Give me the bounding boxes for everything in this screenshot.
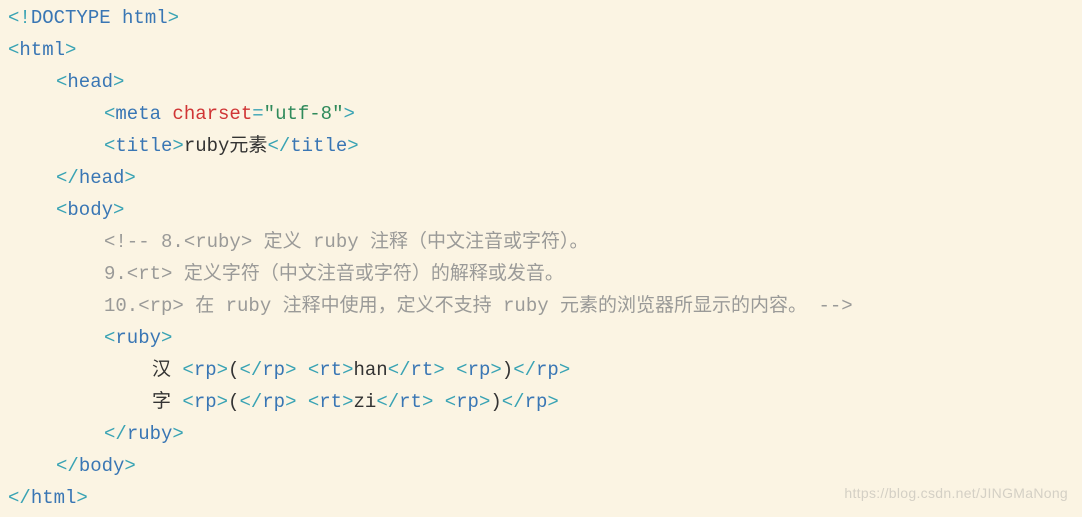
code-line: <meta charset="utf-8">: [8, 98, 1082, 130]
tag-bracket: >: [124, 455, 135, 477]
tag-bracket: >: [124, 167, 135, 189]
tag-bracket: <: [56, 71, 67, 93]
attr-value: utf-8: [275, 103, 332, 125]
tag-bracket: <: [104, 327, 115, 349]
code-line: <html>: [8, 34, 1082, 66]
tag-title: title: [290, 135, 347, 157]
tag-bracket: >: [172, 423, 183, 445]
tag-bracket: >: [161, 327, 172, 349]
tag-body: body: [79, 455, 125, 477]
tag-bracket: </: [267, 135, 290, 157]
tag-html: html: [31, 487, 77, 509]
code-line: <!DOCTYPE html>: [8, 2, 1082, 34]
tag-rp: rp: [194, 391, 217, 413]
attr-charset: charset: [172, 103, 252, 125]
tag-bracket: </: [56, 455, 79, 477]
tag-bracket: >: [65, 39, 76, 61]
tag-head: head: [67, 71, 113, 93]
rt-text: han: [354, 359, 388, 381]
tag-bracket: <!: [8, 7, 31, 29]
tag-rt: rt: [319, 391, 342, 413]
tag-bracket: </: [56, 167, 79, 189]
tag-head: head: [79, 167, 125, 189]
ruby-char: 字: [152, 391, 182, 413]
code-line: </ruby>: [8, 418, 1082, 450]
doctype: DOCTYPE html: [31, 7, 168, 29]
code-line: 汉 <rp>(</rp> <rt>han</rt> <rp>)</rp>: [8, 354, 1082, 386]
title-text: ruby元素: [184, 135, 268, 157]
code-line: <title>ruby元素</title>: [8, 130, 1082, 162]
tag-rt: rt: [319, 359, 342, 381]
comment-line: 9.<rt> 定义字符（中文注音或字符）的解释或发音。: [104, 263, 564, 285]
tag-ruby: ruby: [127, 423, 173, 445]
tag-bracket: >: [347, 135, 358, 157]
comment-close: -->: [818, 295, 852, 317]
tag-bracket: </: [104, 423, 127, 445]
tag-title: title: [115, 135, 172, 157]
watermark: https://blog.csdn.net/JINGMaNong: [844, 477, 1068, 509]
tag-html: html: [19, 39, 65, 61]
tag-rp: rp: [456, 391, 479, 413]
code-line: <ruby>: [8, 322, 1082, 354]
code-line: 9.<rt> 定义字符（中文注音或字符）的解释或发音。: [8, 258, 1082, 290]
ruby-char: 汉: [152, 359, 182, 381]
tag-body: body: [67, 199, 113, 221]
code-editor: <!DOCTYPE html> <html> <head> <meta char…: [0, 0, 1082, 517]
code-line: 字 <rp>(</rp> <rt>zi</rt> <rp>)</rp>: [8, 386, 1082, 418]
code-line: <!-- 8.<ruby> 定义 ruby 注释（中文注音或字符）。: [8, 226, 1082, 258]
tag-bracket: >: [76, 487, 87, 509]
tag-rt: rt: [411, 359, 434, 381]
tag-rp: rp: [262, 359, 285, 381]
tag-rt: rt: [399, 391, 422, 413]
code-line: </head>: [8, 162, 1082, 194]
comment-line: 8.<ruby> 定义 ruby 注释（中文注音或字符）。: [161, 231, 589, 253]
tag-bracket: >: [343, 103, 354, 125]
code-line: <head>: [8, 66, 1082, 98]
tag-bracket: >: [113, 199, 124, 221]
tag-rp: rp: [525, 391, 548, 413]
comment-line: 10.<rp> 在 ruby 注释中使用，定义不支持 ruby 元素的浏览器所显…: [104, 295, 818, 317]
code-line: <body>: [8, 194, 1082, 226]
tag-bracket: >: [168, 7, 179, 29]
tag-rp: rp: [536, 359, 559, 381]
tag-rp: rp: [194, 359, 217, 381]
tag-meta: meta: [115, 103, 161, 125]
tag-bracket: <: [104, 103, 115, 125]
tag-bracket: <: [8, 39, 19, 61]
tag-bracket: >: [172, 135, 183, 157]
tag-ruby: ruby: [115, 327, 161, 349]
code-line: 10.<rp> 在 ruby 注释中使用，定义不支持 ruby 元素的浏览器所显…: [8, 290, 1082, 322]
tag-bracket: <: [104, 135, 115, 157]
tag-bracket: >: [113, 71, 124, 93]
tag-rp: rp: [262, 391, 285, 413]
rt-text: zi: [354, 391, 377, 413]
comment-open: <!--: [104, 231, 161, 253]
tag-rp: rp: [468, 359, 491, 381]
tag-bracket: </: [8, 487, 31, 509]
tag-bracket: <: [56, 199, 67, 221]
